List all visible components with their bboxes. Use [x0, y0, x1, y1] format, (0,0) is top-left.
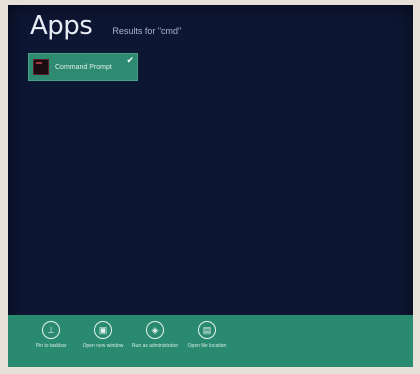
command-prompt-icon [33, 59, 49, 75]
folder-icon: ▤ [198, 321, 216, 339]
app-tile-label: Command Prompt [55, 63, 112, 71]
page-title: Apps [30, 11, 93, 41]
command-label: Run as administrator [131, 343, 179, 349]
checkmark-icon: ✔ [126, 55, 134, 65]
command-label: Open new window [82, 343, 124, 349]
app-bar: ⊥ Pin to taskbar ▣ Open new window ◈ Run… [8, 315, 413, 367]
pin-icon: ⊥ [42, 321, 60, 339]
open-new-window-button[interactable]: ▣ Open new window [78, 315, 128, 349]
search-results-subtitle: Results for "cmd" [112, 26, 182, 36]
start-screen: Apps Results for "cmd" Command Prompt ✔ … [8, 5, 413, 367]
pin-to-taskbar-button[interactable]: ⊥ Pin to taskbar [26, 315, 76, 349]
app-tile-command-prompt[interactable]: Command Prompt ✔ [28, 53, 138, 81]
command-label: Open file location [187, 343, 227, 349]
header: Apps Results for "cmd" [30, 13, 181, 39]
command-label: Pin to taskbar [35, 343, 67, 349]
run-as-administrator-button[interactable]: ◈ Run as administrator [130, 315, 180, 349]
new-window-icon: ▣ [94, 321, 112, 339]
shield-icon: ◈ [146, 321, 164, 339]
open-file-location-button[interactable]: ▤ Open file location [182, 315, 232, 349]
